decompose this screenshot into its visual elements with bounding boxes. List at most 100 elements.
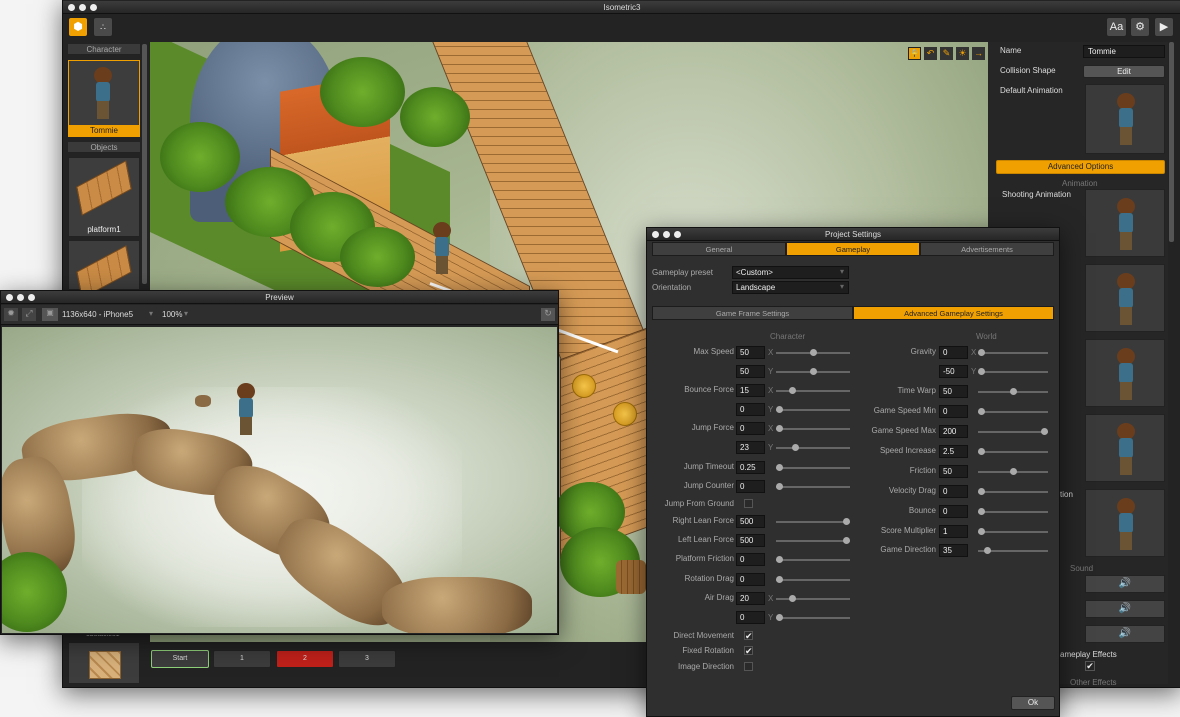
frame-2-button[interactable]: 2 (276, 650, 334, 668)
character-thumbnail[interactable]: Tommie (68, 60, 140, 137)
setting-value-input[interactable]: 0 (736, 403, 765, 416)
object-thumbnail-platform2[interactable] (68, 240, 140, 299)
name-input[interactable]: Tommie (1083, 45, 1165, 58)
setting-value-input[interactable]: 50 (939, 385, 968, 398)
zoom-select[interactable]: 100% (162, 310, 182, 319)
slider-knob[interactable] (843, 537, 850, 544)
sound-button-3[interactable]: 🔊 (1085, 625, 1165, 643)
setting-slider[interactable] (776, 537, 850, 544)
setting-slider[interactable] (776, 576, 850, 583)
setting-value-input[interactable]: 200 (939, 425, 968, 438)
setting-slider[interactable] (978, 388, 1048, 395)
setting-slider[interactable] (776, 464, 850, 471)
subtab-advanced-gameplay[interactable]: Advanced Gameplay Settings (853, 306, 1054, 320)
gameplay-effects-checkbox[interactable]: ✔ (1085, 661, 1095, 671)
setting-slider[interactable] (978, 528, 1048, 535)
arrow-icon[interactable]: → (972, 47, 985, 60)
slider-knob[interactable] (776, 425, 783, 432)
animation-thumbnail-1[interactable] (1085, 189, 1165, 257)
subtab-game-frame[interactable]: Game Frame Settings (652, 306, 853, 320)
slider-knob[interactable] (1009, 468, 1017, 475)
animation-thumbnail-5[interactable] (1085, 489, 1165, 557)
frame-3-button[interactable]: 3 (338, 650, 396, 668)
setting-slider[interactable] (776, 518, 850, 525)
setting-value-input[interactable]: 50 (736, 365, 765, 378)
default-animation-thumbnail[interactable] (1085, 84, 1165, 154)
setting-value-input[interactable]: -50 (939, 365, 968, 378)
slider-knob[interactable] (776, 614, 783, 621)
ok-button[interactable]: Ok (1011, 696, 1055, 710)
setting-value-input[interactable]: 50 (736, 346, 765, 359)
bug-icon[interactable]: ✹ (4, 308, 18, 321)
slider-knob[interactable] (776, 464, 783, 471)
setting-slider[interactable] (978, 368, 1048, 375)
setting-checkbox[interactable] (744, 662, 753, 671)
setting-slider[interactable] (978, 349, 1048, 356)
setting-value-input[interactable]: 50 (939, 465, 968, 478)
slider-knob[interactable] (978, 508, 985, 515)
setting-value-input[interactable]: 0 (939, 346, 968, 359)
setting-slider[interactable] (978, 408, 1048, 415)
tab-general[interactable]: General (652, 242, 786, 256)
setting-value-input[interactable]: 15 (736, 384, 765, 397)
setting-value-input[interactable]: 0 (736, 553, 765, 566)
sound-button-2[interactable]: 🔊 (1085, 600, 1165, 618)
tab-advertisements[interactable]: Advertisements (920, 242, 1054, 256)
setting-slider[interactable] (978, 468, 1048, 475)
setting-slider[interactable] (978, 508, 1048, 515)
setting-slider[interactable] (776, 483, 850, 490)
setting-checkbox[interactable]: ✔ (744, 646, 753, 656)
nodes-icon[interactable]: ∴ (93, 17, 113, 37)
play-icon[interactable]: ▶ (1154, 17, 1174, 37)
object-thumbnail-obstacles[interactable] (68, 642, 140, 684)
slider-knob[interactable] (1041, 428, 1048, 435)
advanced-options-button[interactable]: Advanced Options (996, 160, 1165, 174)
right-scrollbar[interactable] (1169, 42, 1174, 242)
setting-value-input[interactable]: 0 (939, 505, 968, 518)
sound-button-1[interactable]: 🔊 (1085, 575, 1165, 593)
slider-knob[interactable] (776, 406, 783, 413)
setting-value-input[interactable]: 0 (736, 573, 765, 586)
tab-gameplay[interactable]: Gameplay (786, 242, 920, 256)
orientation-select[interactable]: Landscape (732, 281, 849, 294)
lock-icon[interactable]: 🔒 (908, 47, 921, 60)
setting-slider[interactable] (776, 349, 850, 356)
slider-knob[interactable] (1009, 388, 1017, 395)
slider-knob[interactable] (978, 528, 985, 535)
setting-slider[interactable] (776, 595, 850, 602)
setting-value-input[interactable]: 500 (736, 515, 765, 528)
animation-thumbnail-2[interactable] (1085, 264, 1165, 332)
character-sprite[interactable] (234, 383, 258, 435)
setting-slider[interactable] (776, 614, 850, 621)
setting-slider[interactable] (978, 428, 1048, 435)
slider-knob[interactable] (776, 556, 783, 563)
window-controls[interactable] (652, 231, 681, 238)
slider-knob[interactable] (978, 368, 985, 375)
slider-knob[interactable] (776, 483, 783, 490)
sun-icon[interactable]: ☀ (956, 47, 969, 60)
slider-knob[interactable] (978, 448, 985, 455)
setting-slider[interactable] (978, 547, 1048, 554)
window-controls[interactable] (68, 4, 97, 11)
setting-value-input[interactable]: 20 (736, 592, 765, 605)
frame-start-button[interactable]: Start (151, 650, 209, 668)
setting-value-input[interactable]: 2.5 (939, 445, 968, 458)
slider-knob[interactable] (776, 576, 783, 583)
setting-slider[interactable] (978, 448, 1048, 455)
edit-collision-button[interactable]: Edit (1083, 65, 1165, 78)
camera-icon[interactable]: ▣ (42, 308, 58, 321)
setting-checkbox[interactable] (744, 499, 753, 508)
refresh-icon[interactable]: ↻ (541, 308, 555, 321)
setting-value-input[interactable]: 0 (736, 422, 765, 435)
slider-knob[interactable] (843, 518, 850, 525)
setting-slider[interactable] (776, 387, 850, 394)
setting-slider[interactable] (776, 444, 850, 451)
setting-slider[interactable] (776, 425, 850, 432)
gameplay-preset-select[interactable]: <Custom> (732, 266, 849, 279)
setting-value-input[interactable]: 0 (736, 480, 765, 493)
frame-1-button[interactable]: 1 (213, 650, 271, 668)
setting-slider[interactable] (978, 488, 1048, 495)
character-sprite[interactable] (430, 222, 454, 274)
setting-slider[interactable] (776, 556, 850, 563)
setting-slider[interactable] (776, 368, 850, 375)
